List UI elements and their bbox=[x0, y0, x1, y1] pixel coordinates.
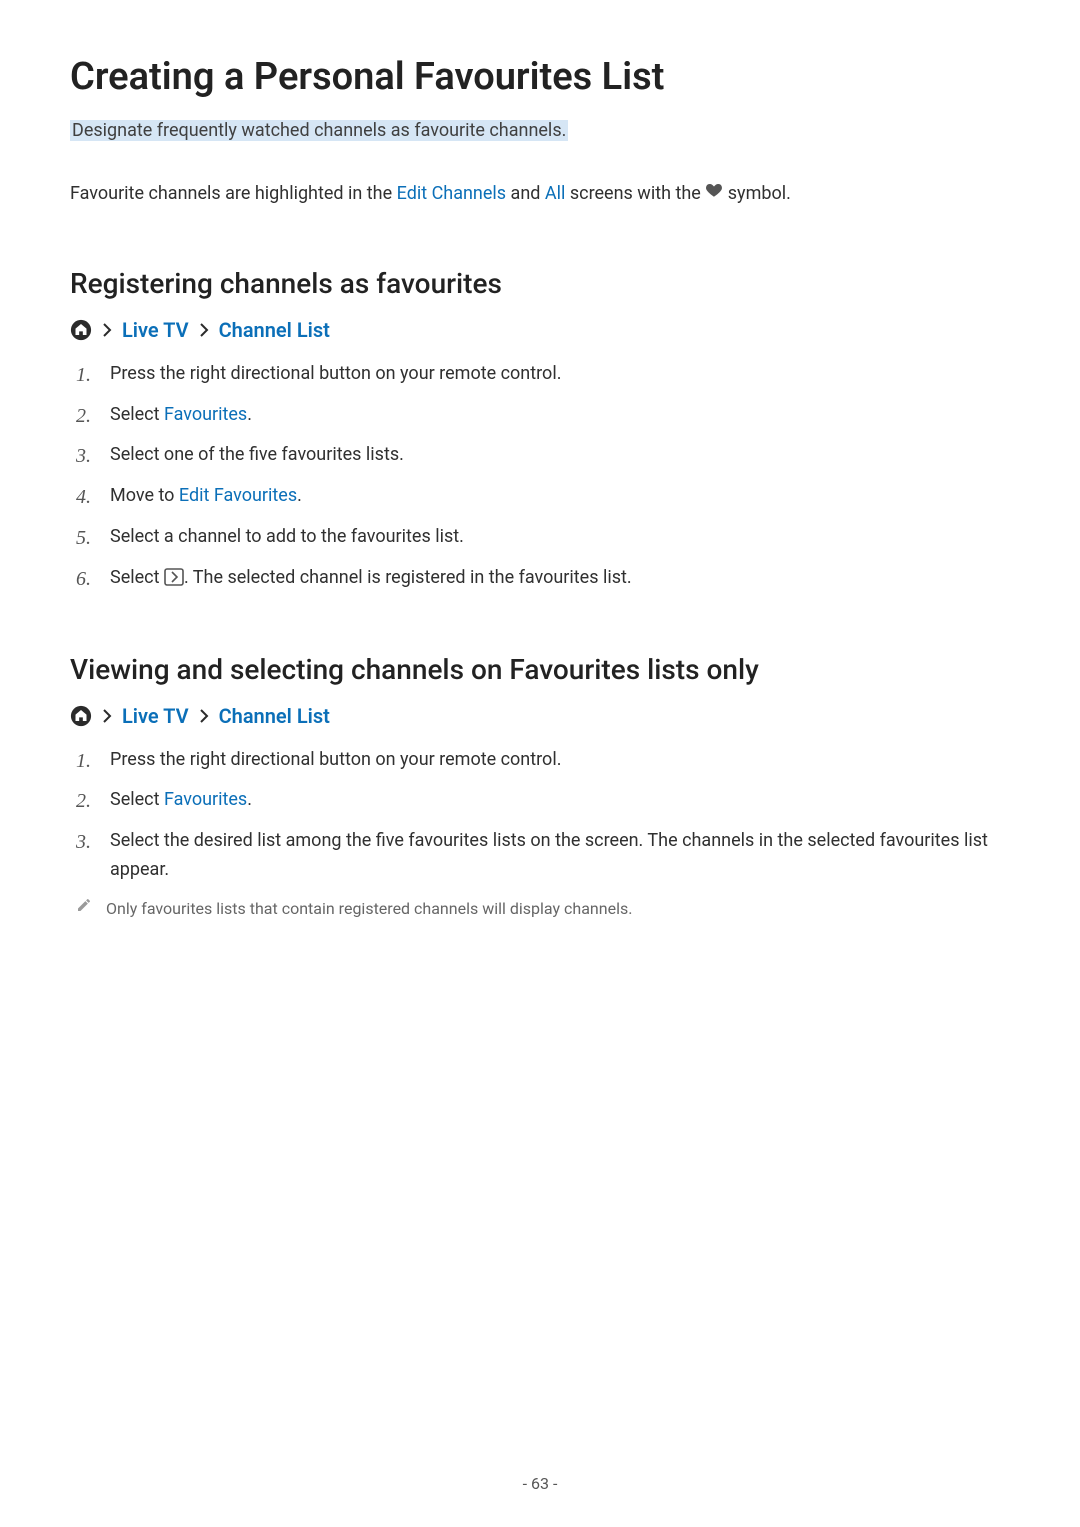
step-text: Select a channel to add to the favourite… bbox=[110, 526, 464, 547]
step-text: Select bbox=[110, 789, 164, 810]
link-favourites[interactable]: Favourites bbox=[164, 404, 247, 425]
step-text: Move to bbox=[110, 485, 179, 506]
list-item: Select . The selected channel is registe… bbox=[70, 564, 1010, 593]
step-text: . bbox=[297, 485, 302, 506]
intro-text-mid1: and bbox=[506, 183, 545, 204]
page-subtitle: Designate frequently watched channels as… bbox=[70, 120, 568, 141]
step-text: . bbox=[247, 404, 252, 425]
move-right-box-icon bbox=[164, 568, 184, 586]
subtitle-row: Designate frequently watched channels as… bbox=[70, 117, 1010, 146]
link-edit-favourites[interactable]: Edit Favourites bbox=[179, 485, 297, 506]
step-text: Select bbox=[110, 567, 164, 588]
list-item: Press the right directional button on yo… bbox=[70, 360, 1010, 389]
page-number: - 63 - bbox=[0, 1474, 1080, 1493]
steps-list-registering: Press the right directional button on yo… bbox=[70, 360, 1010, 593]
note-text: Only favourites lists that contain regis… bbox=[106, 897, 632, 921]
heart-icon bbox=[705, 181, 723, 199]
link-favourites[interactable]: Favourites bbox=[164, 789, 247, 810]
section-heading-registering: Registering channels as favourites bbox=[70, 267, 1010, 300]
step-text: . bbox=[247, 789, 252, 810]
intro-text-pre: Favourite channels are highlighted in th… bbox=[70, 183, 397, 204]
chevron-right-icon bbox=[102, 709, 112, 723]
breadcrumb: Live TV Channel List bbox=[70, 704, 1010, 728]
list-item: Select a channel to add to the favourite… bbox=[70, 523, 1010, 552]
chevron-right-icon bbox=[199, 323, 209, 337]
section-heading-viewing: Viewing and selecting channels on Favour… bbox=[70, 653, 1010, 686]
page-title: Creating a Personal Favourites List bbox=[70, 55, 1010, 99]
step-text: Select bbox=[110, 404, 164, 425]
page-container: Creating a Personal Favourites List Desi… bbox=[0, 0, 1080, 1527]
crumb-channel-list[interactable]: Channel List bbox=[219, 318, 330, 342]
home-icon bbox=[70, 319, 92, 341]
intro-text-post: symbol. bbox=[723, 183, 791, 204]
step-text: Select the desired list among the five f… bbox=[110, 830, 988, 880]
home-icon bbox=[70, 705, 92, 727]
step-text: . The selected channel is registered in … bbox=[184, 567, 632, 588]
list-item: Select the desired list among the five f… bbox=[70, 827, 1010, 885]
list-item: Select Favourites. bbox=[70, 401, 1010, 430]
note-row: Only favourites lists that contain regis… bbox=[70, 897, 1010, 921]
crumb-live-tv[interactable]: Live TV bbox=[122, 318, 189, 342]
chevron-right-icon bbox=[199, 709, 209, 723]
step-text: Select one of the five favourites lists. bbox=[110, 444, 404, 465]
link-edit-channels[interactable]: Edit Channels bbox=[397, 183, 506, 204]
list-item: Select one of the five favourites lists. bbox=[70, 441, 1010, 470]
intro-paragraph: Favourite channels are highlighted in th… bbox=[70, 180, 1010, 207]
step-text: Press the right directional button on yo… bbox=[110, 749, 561, 770]
crumb-live-tv[interactable]: Live TV bbox=[122, 704, 189, 728]
intro-text-mid2: screens with the bbox=[565, 183, 705, 204]
list-item: Select Favourites. bbox=[70, 786, 1010, 815]
steps-list-viewing: Press the right directional button on yo… bbox=[70, 746, 1010, 885]
list-item: Move to Edit Favourites. bbox=[70, 482, 1010, 511]
pencil-note-icon bbox=[76, 897, 92, 913]
step-text: Press the right directional button on yo… bbox=[110, 363, 561, 384]
list-item: Press the right directional button on yo… bbox=[70, 746, 1010, 775]
breadcrumb: Live TV Channel List bbox=[70, 318, 1010, 342]
chevron-right-icon bbox=[102, 323, 112, 337]
crumb-channel-list[interactable]: Channel List bbox=[219, 704, 330, 728]
link-all[interactable]: All bbox=[545, 183, 566, 204]
